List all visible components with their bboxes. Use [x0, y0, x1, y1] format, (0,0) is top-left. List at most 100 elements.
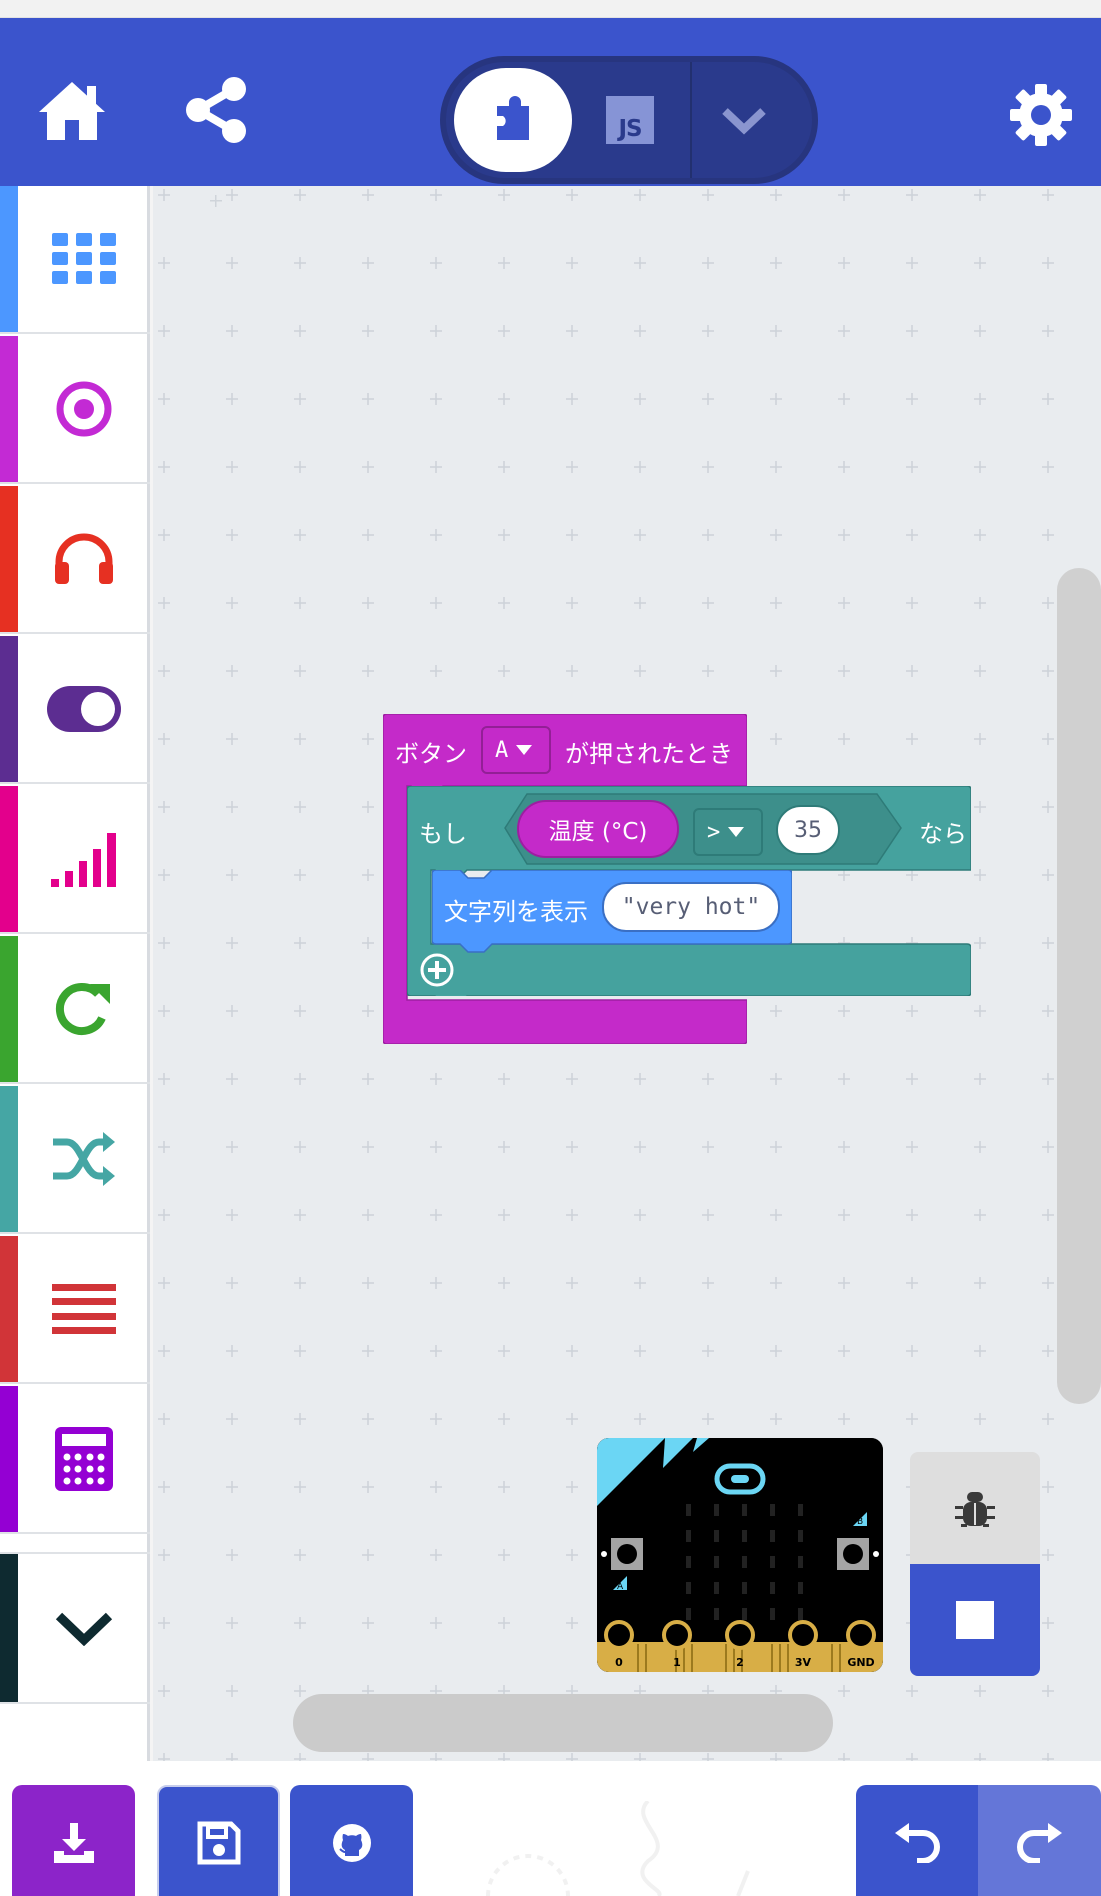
gear-icon	[1010, 84, 1072, 146]
microbit-board: A B 0 1 2 3V GND	[597, 1438, 883, 1672]
editor-mode-toggle: JS	[440, 56, 818, 184]
calculator-icon	[55, 1427, 113, 1491]
blocks-mode-button[interactable]	[454, 68, 572, 172]
mode-divider	[690, 62, 692, 178]
header-bar: JS	[0, 18, 1101, 186]
share-button[interactable]	[175, 68, 259, 152]
pin-label: 1	[673, 1656, 681, 1669]
undo-icon	[895, 1822, 940, 1863]
event-label-before: ボタン	[395, 740, 467, 768]
threshold-value: 35	[794, 817, 822, 843]
undo-button[interactable]	[856, 1785, 978, 1896]
chevron-down-icon	[722, 108, 766, 135]
headphones-icon	[55, 533, 113, 584]
microbit-simulator[interactable]: A B 0 1 2 3V GND	[597, 1438, 883, 1672]
bottom-toolbar	[0, 1761, 1101, 1896]
grid-icon	[52, 233, 116, 284]
decorative-background-art	[486, 1801, 750, 1896]
download-button[interactable]	[12, 1785, 135, 1896]
pin-2[interactable]	[725, 1620, 755, 1650]
category-color-bar	[0, 786, 18, 932]
category-color-bar	[0, 1236, 18, 1382]
loop-icon	[55, 983, 110, 1035]
toolbox-category-loops[interactable]	[0, 936, 150, 1084]
if-label: もし	[419, 820, 467, 848]
settings-button[interactable]	[996, 70, 1086, 160]
temperature-label: 温度 (°C)	[548, 819, 648, 845]
add-else-button[interactable]	[419, 952, 455, 988]
threshold-number-field[interactable]: 35	[776, 805, 840, 855]
event-label-after: が押されたとき	[565, 740, 733, 768]
category-color-bar	[0, 636, 18, 782]
javascript-mode-button[interactable]: JS	[606, 96, 654, 144]
stop-simulator-button[interactable]	[910, 1564, 1040, 1676]
button-b-label: B	[857, 1517, 863, 1527]
pin-label: 0	[615, 1656, 623, 1669]
toolbox-category-math[interactable]	[0, 1386, 150, 1534]
plus-circle-icon	[420, 953, 454, 987]
shuffle-icon	[53, 1132, 115, 1186]
button-dropdown-value: A	[495, 737, 509, 763]
category-color-bar	[0, 936, 18, 1082]
dropdown-arrow-icon	[728, 827, 745, 837]
home-button[interactable]	[30, 68, 114, 152]
toolbox-category-led[interactable]	[0, 636, 150, 784]
toolbox-category-input[interactable]	[0, 336, 150, 484]
toolbox-category-basic[interactable]	[0, 186, 150, 334]
save-button[interactable]	[157, 1785, 280, 1896]
horizontal-scrollbar[interactable]	[293, 1694, 833, 1752]
pin-1[interactable]	[662, 1620, 692, 1650]
button-dropdown[interactable]: A	[481, 726, 551, 774]
toolbox	[0, 186, 150, 1761]
save-icon	[197, 1821, 240, 1864]
string-value: "very hot"	[621, 894, 761, 920]
then-label: なら	[919, 820, 967, 848]
toolbox-category-radio[interactable]	[0, 786, 150, 934]
pin-label: GND	[847, 1656, 874, 1669]
category-color-bar	[0, 1086, 18, 1232]
share-icon	[186, 77, 246, 143]
puzzle-icon	[497, 96, 529, 140]
pin-label: 3V	[795, 1656, 812, 1669]
toolbox-category-logic[interactable]	[0, 1086, 150, 1234]
toolbox-more-button[interactable]	[0, 1552, 150, 1704]
list-icon	[52, 1284, 116, 1334]
js-mode-label: JS	[618, 116, 642, 142]
bug-icon	[955, 1492, 995, 1527]
toolbox-category-variables[interactable]	[0, 1236, 150, 1384]
pin-0[interactable]	[604, 1620, 634, 1650]
home-icon	[39, 82, 105, 140]
comparison-operator-dropdown[interactable]: >	[693, 808, 763, 856]
makecode-editor: JS ボタン A が押されたとき もし なら 温度 (°C) > 35 文字列を…	[0, 0, 1101, 1896]
dropdown-arrow-icon	[516, 745, 533, 755]
category-color-bar	[0, 1554, 18, 1702]
pin-label: 2	[736, 1656, 744, 1669]
mode-dropdown-button[interactable]	[714, 90, 774, 150]
pin-gnd[interactable]	[846, 1620, 876, 1650]
button-a-label: A	[617, 1582, 624, 1592]
category-color-bar	[0, 336, 18, 482]
category-color-bar	[0, 486, 18, 632]
toolbox-category-music[interactable]	[0, 486, 150, 634]
operator-value: >	[707, 819, 721, 845]
category-color-bar	[0, 186, 18, 332]
show-string-block[interactable]: 文字列を表示 "very hot"	[432, 870, 792, 953]
string-value-field[interactable]: "very hot"	[602, 882, 780, 932]
redo-icon	[1016, 1822, 1062, 1863]
stop-icon	[956, 1601, 994, 1639]
github-button[interactable]	[290, 1785, 413, 1896]
category-color-bar	[0, 1386, 18, 1532]
signal-icon	[51, 833, 116, 887]
vertical-scrollbar[interactable]	[1057, 568, 1101, 1404]
target-icon	[56, 381, 112, 437]
redo-button[interactable]	[978, 1785, 1101, 1896]
download-icon	[53, 1822, 94, 1863]
top-strip	[0, 0, 1101, 18]
chevron-down-icon	[55, 1612, 113, 1646]
temperature-reporter[interactable]: 温度 (°C)	[517, 800, 679, 858]
show-string-label: 文字列を表示	[444, 898, 588, 926]
debug-button[interactable]	[910, 1452, 1040, 1564]
toggle-icon	[47, 686, 121, 732]
pin-3v[interactable]	[788, 1620, 818, 1650]
github-icon	[332, 1823, 371, 1862]
